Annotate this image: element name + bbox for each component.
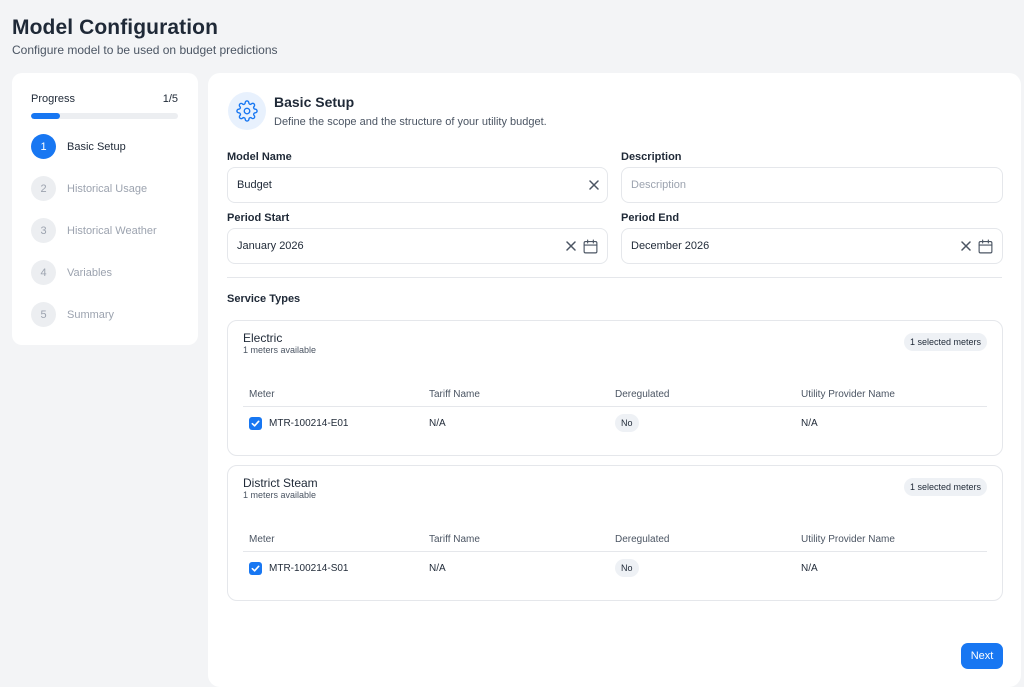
table-row: MTR-100214-S01 N/A No N/A xyxy=(243,552,987,584)
tariff-name: N/A xyxy=(429,562,446,574)
meters-available: 1 meters available xyxy=(243,345,317,355)
step-list: 1 Basic Setup 2 Historical Usage 3 Histo… xyxy=(31,134,178,327)
calendar-icon[interactable] xyxy=(582,238,599,255)
step-label: Summary xyxy=(67,308,115,321)
calendar-icon[interactable] xyxy=(977,238,994,255)
step-historical-usage[interactable]: 2 Historical Usage xyxy=(31,176,178,201)
meter-table: Meter Tariff Name Deregulated Utility Pr… xyxy=(243,383,987,439)
service-card-district-steam: District Steam 1 meters available 1 sele… xyxy=(227,465,1003,601)
table-row: MTR-100214-E01 N/A No N/A xyxy=(243,407,987,439)
period-end-label: Period End xyxy=(621,212,680,224)
column-header-meter: Meter xyxy=(249,534,275,545)
deregulated-pill: No xyxy=(615,414,639,432)
provider-name: N/A xyxy=(801,417,818,429)
column-header-tariff: Tariff Name xyxy=(429,389,480,400)
description-input[interactable] xyxy=(631,179,994,191)
page-header: Model Configuration Configure model to b… xyxy=(12,16,278,57)
progress-header: Progress 1/5 xyxy=(31,93,178,105)
step-historical-weather[interactable]: 3 Historical Weather xyxy=(31,218,178,243)
period-start-field xyxy=(227,228,608,264)
column-header-deregulated: Deregulated xyxy=(615,389,670,400)
meter-id: MTR-100214-E01 xyxy=(269,417,349,429)
step-label: Variables xyxy=(67,266,113,279)
meter-table: Meter Tariff Name Deregulated Utility Pr… xyxy=(243,528,987,584)
period-end-field xyxy=(621,228,1003,264)
step-basic-setup[interactable]: 1 Basic Setup xyxy=(31,134,178,159)
progress-bar xyxy=(31,113,178,119)
step-label: Historical Weather xyxy=(67,224,157,237)
column-header-provider: Utility Provider Name xyxy=(801,389,895,400)
service-name: Electric xyxy=(243,331,283,345)
service-types-label: Service Types xyxy=(227,293,301,305)
description-label: Description xyxy=(621,151,682,163)
model-name-input[interactable] xyxy=(237,179,583,191)
step-number: 4 xyxy=(31,260,56,285)
service-card-electric: Electric 1 meters available 1 selected m… xyxy=(227,320,1003,456)
period-start-input[interactable] xyxy=(237,240,560,252)
meter-checkbox[interactable] xyxy=(249,561,262,575)
step-label: Historical Usage xyxy=(67,182,148,195)
column-header-tariff: Tariff Name xyxy=(429,534,480,545)
step-summary[interactable]: 5 Summary xyxy=(31,302,178,327)
progress-bar-fill xyxy=(31,113,61,119)
column-header-meter: Meter xyxy=(249,389,275,400)
page-subtitle: Configure model to be used on budget pre… xyxy=(12,43,278,57)
step-number: 2 xyxy=(31,176,56,201)
section-title: Basic Setup xyxy=(274,94,355,110)
page-title: Model Configuration xyxy=(12,16,219,39)
period-end-input[interactable] xyxy=(631,240,955,252)
progress-count: 1/5 xyxy=(162,93,178,105)
period-start-label: Period Start xyxy=(227,212,290,224)
tariff-name: N/A xyxy=(429,417,446,429)
table-header: Meter Tariff Name Deregulated Utility Pr… xyxy=(243,383,987,407)
step-number: 5 xyxy=(31,302,56,327)
progress-sidebar: Progress 1/5 1 Basic Setup 2 Historical … xyxy=(12,73,198,345)
meter-id: MTR-100214-S01 xyxy=(269,562,349,574)
section-header: Basic Setup Define the scope and the str… xyxy=(228,92,547,130)
model-name-field xyxy=(227,167,608,203)
step-number: 3 xyxy=(31,218,56,243)
deregulated-pill: No xyxy=(615,559,639,577)
provider-name: N/A xyxy=(801,562,818,574)
step-variables[interactable]: 4 Variables xyxy=(31,260,178,285)
gear-icon xyxy=(228,92,266,130)
service-name: District Steam xyxy=(243,476,318,490)
selected-meters-badge: 1 selected meters xyxy=(903,333,987,351)
column-header-deregulated: Deregulated xyxy=(615,534,670,545)
clear-icon[interactable] xyxy=(589,180,599,190)
next-button[interactable]: Next xyxy=(961,643,1003,669)
step-label: Basic Setup xyxy=(67,140,126,153)
main-panel: Basic Setup Define the scope and the str… xyxy=(208,73,1021,687)
column-header-provider: Utility Provider Name xyxy=(801,534,895,545)
clear-icon[interactable] xyxy=(566,241,576,251)
selected-meters-badge: 1 selected meters xyxy=(903,478,987,496)
divider xyxy=(227,277,1002,278)
progress-label: Progress xyxy=(31,93,76,105)
description-field xyxy=(621,167,1003,203)
model-name-label: Model Name xyxy=(227,151,292,163)
meters-available: 1 meters available xyxy=(243,490,317,500)
section-description: Define the scope and the structure of yo… xyxy=(274,116,547,128)
meter-checkbox[interactable] xyxy=(249,416,262,430)
clear-icon[interactable] xyxy=(961,241,971,251)
step-number: 1 xyxy=(31,134,56,159)
table-header: Meter Tariff Name Deregulated Utility Pr… xyxy=(243,528,987,552)
